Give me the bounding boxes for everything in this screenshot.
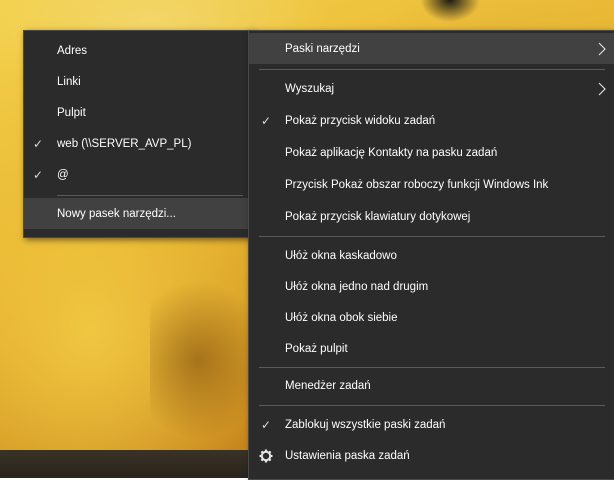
chevron-right-icon xyxy=(598,82,606,95)
menu-item-task-manager[interactable]: Menedżer zadań xyxy=(249,370,614,401)
menu-item-label: Ułóż okna obok siebie xyxy=(285,311,398,324)
menu-item-toolbars[interactable]: Paski narzędzi xyxy=(249,33,614,64)
new-toolbar-label: Nowy pasek narzędzi... xyxy=(57,207,176,220)
menu-item-show-desktop[interactable]: Pokaż pulpit xyxy=(249,333,614,364)
menu-item-lock-taskbars[interactable]: ✓ Zablokuj wszystkie paski zadań xyxy=(249,409,614,440)
wallpaper-shape xyxy=(420,0,480,22)
checkmark-icon: ✓ xyxy=(32,136,44,151)
menu-item-label: Pokaż przycisk widoku zadań xyxy=(285,114,436,127)
chevron-right-icon xyxy=(598,42,606,55)
taskbar-context-menu: Paski narzędzi Wyszukaj ✓ Pokaż przycisk… xyxy=(248,30,614,480)
menu-item-taskbar-settings[interactable]: Ustawienia paska zadań xyxy=(249,440,614,471)
menu-separator xyxy=(259,405,605,406)
menu-item-people[interactable]: Pokaż aplikację Kontakty na pasku zadań xyxy=(249,137,614,168)
menu-item-touch-keyboard[interactable]: Pokaż przycisk klawiatury dotykowej xyxy=(249,201,614,232)
checkmark-icon: ✓ xyxy=(260,113,272,128)
gear-icon xyxy=(259,449,273,462)
menu-item-ink[interactable]: Przycisk Pokaż obszar roboczy funkcji Wi… xyxy=(249,169,614,200)
checkmark-icon: ✓ xyxy=(32,167,44,182)
toolbar-item-label: Linki xyxy=(57,75,81,88)
menu-item-cascade[interactable]: Ułóż okna kaskadowo xyxy=(249,240,614,271)
toolbar-item-at[interactable]: ✓ @ xyxy=(24,159,253,190)
toolbar-item-address[interactable]: Adres xyxy=(24,35,253,66)
menu-item-label: Zablokuj wszystkie paski zadań xyxy=(285,418,446,431)
menu-item-task-view[interactable]: ✓ Pokaż przycisk widoku zadań xyxy=(249,105,614,136)
new-toolbar-item[interactable]: Nowy pasek narzędzi... xyxy=(24,198,253,229)
menu-separator xyxy=(57,195,243,196)
menu-item-label: Przycisk Pokaż obszar roboczy funkcji Wi… xyxy=(285,178,549,191)
menu-item-label: Pokaż pulpit xyxy=(285,342,348,355)
menu-item-label: Pokaż aplikację Kontakty na pasku zadań xyxy=(285,146,498,159)
checkmark-icon: ✓ xyxy=(260,417,272,432)
menu-separator xyxy=(259,236,605,237)
menu-item-label: Menedżer zadań xyxy=(285,379,371,392)
toolbar-item-label: Pulpit xyxy=(57,106,86,119)
toolbar-item-label: web (\\SERVER_AVP_PL) xyxy=(57,137,192,150)
menu-separator xyxy=(259,69,605,70)
toolbar-item-web[interactable]: ✓ web (\\SERVER_AVP_PL) xyxy=(24,128,253,159)
toolbar-item-desktop[interactable]: Pulpit xyxy=(24,97,253,128)
menu-item-stacked[interactable]: Ułóż okna jedno nad drugim xyxy=(249,271,614,302)
menu-item-label: Ułóż okna jedno nad drugim xyxy=(285,280,429,293)
menu-item-label: Wyszukaj xyxy=(285,82,335,95)
menu-item-label: Paski narzędzi xyxy=(285,42,360,55)
menu-separator xyxy=(259,367,605,368)
menu-item-label: Ustawienia paska zadań xyxy=(285,449,410,462)
menu-item-side-by-side[interactable]: Ułóż okna obok siebie xyxy=(249,302,614,333)
toolbar-item-label: @ xyxy=(57,168,69,181)
menu-item-search[interactable]: Wyszukaj xyxy=(249,73,614,104)
toolbars-submenu: Adres Linki Pulpit ✓ web (\\SERVER_AVP_P… xyxy=(23,30,254,238)
toolbar-item-links[interactable]: Linki xyxy=(24,66,253,97)
menu-item-label: Ułóż okna kaskadowo xyxy=(285,249,397,262)
menu-item-label: Pokaż przycisk klawiatury dotykowej xyxy=(285,210,471,223)
toolbar-item-label: Adres xyxy=(57,44,88,57)
